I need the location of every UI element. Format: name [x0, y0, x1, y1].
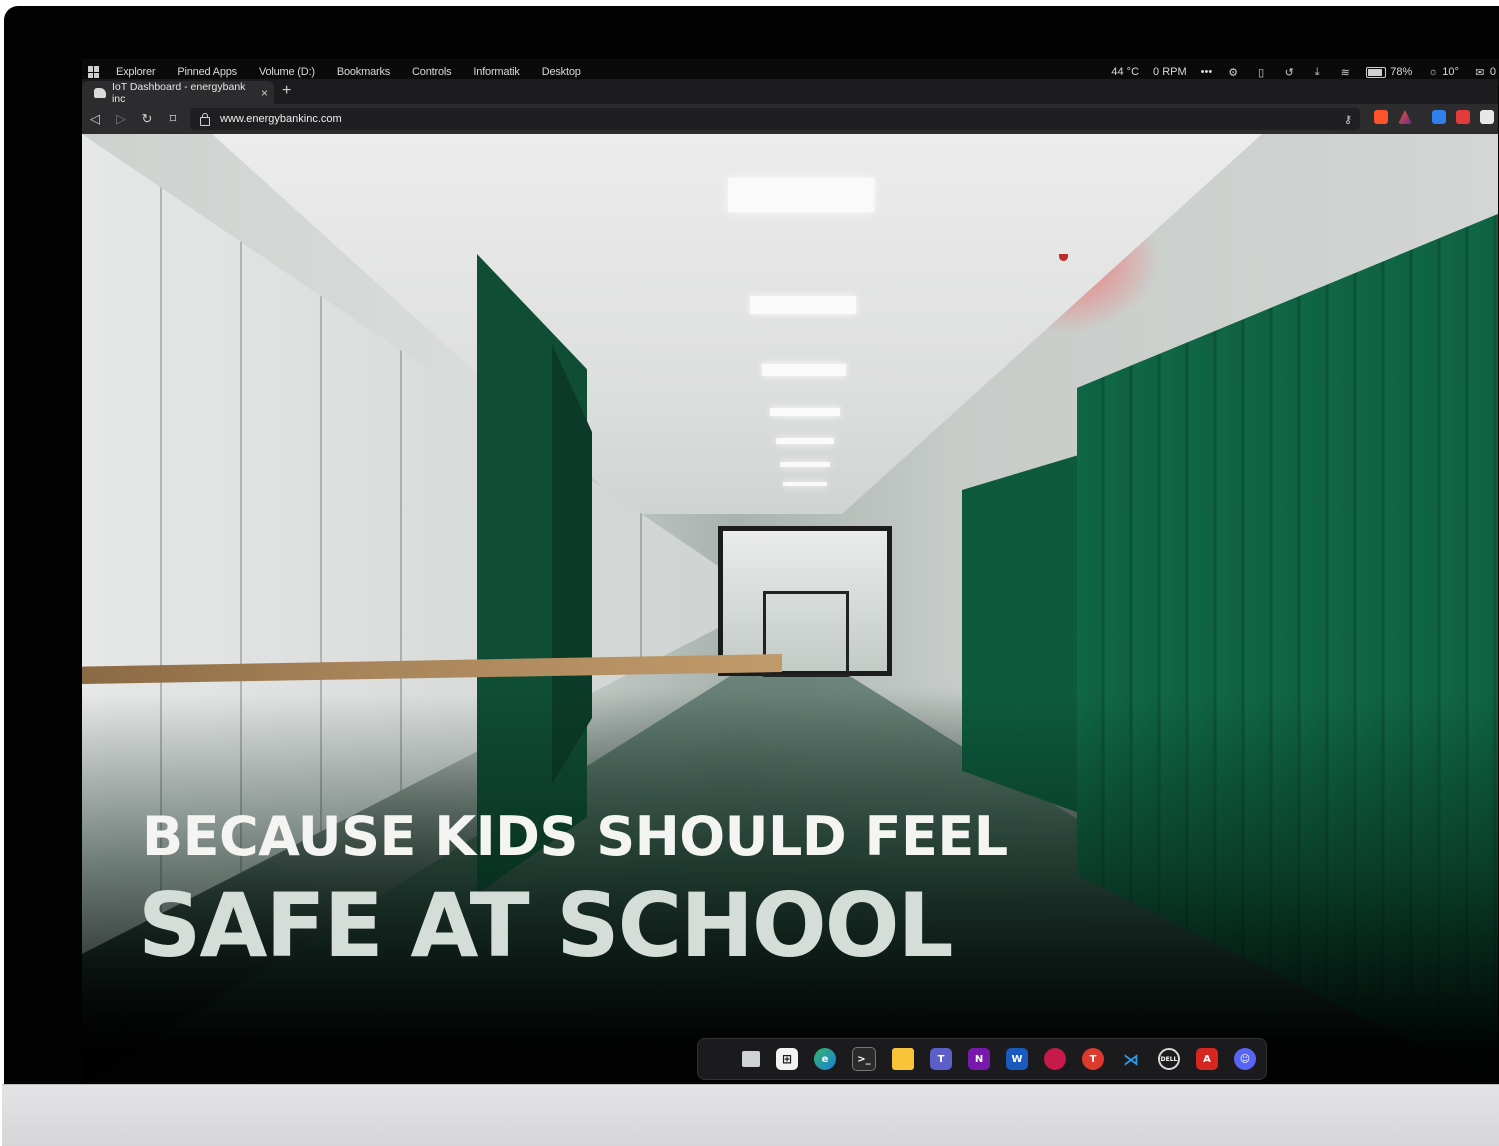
lock-icon — [200, 112, 210, 126]
vscode-icon[interactable]: ⋊ — [1120, 1048, 1142, 1070]
battery-icon — [1366, 66, 1387, 78]
sun-icon: ☼ — [1428, 66, 1439, 78]
history-icon[interactable]: ↺ — [1282, 66, 1296, 79]
mail-status[interactable]: ✉ 0 — [1473, 66, 1496, 79]
hero-banner: BECAUSE KIDS SHOULD FEEL SAFE AT SCHOOL — [82, 134, 1498, 1084]
brave-shield-icon[interactable] — [1374, 110, 1388, 124]
mail-icon: ✉ — [1475, 66, 1485, 79]
ceiling-light — [780, 462, 830, 467]
dell-icon[interactable]: DELL — [1158, 1048, 1180, 1070]
profile-icon[interactable] — [1480, 110, 1494, 124]
address-bar[interactable]: www.energybankinc.com ⚷ — [190, 108, 1360, 130]
taskbar: ⊞ e >_ T N W T ⋊ DELL A ☺ — [697, 1038, 1267, 1080]
discord-icon[interactable]: ☺ — [1234, 1048, 1256, 1070]
brightness-status[interactable]: ☼ 10° — [1426, 66, 1459, 78]
hallway-end-window — [718, 526, 892, 677]
monitor-chin — [2, 1084, 1499, 1146]
battery-percent: 78% — [1390, 66, 1413, 78]
word-icon[interactable]: W — [1006, 1048, 1028, 1070]
menu-volume[interactable]: Volume (D:) — [259, 66, 315, 78]
store-icon[interactable]: ⊞ — [776, 1048, 798, 1070]
ceiling-light — [783, 482, 827, 486]
browser-tab-strip: IoT Dashboard - energybank inc × + — [82, 79, 1498, 105]
menu-controls[interactable]: Controls — [412, 66, 452, 78]
file-explorer-icon[interactable] — [892, 1048, 914, 1070]
ceiling-light — [750, 296, 856, 314]
key-icon[interactable]: ⚷ — [1344, 113, 1352, 126]
acrobat-icon[interactable]: A — [1196, 1048, 1218, 1070]
windows-logo-icon[interactable] — [88, 66, 100, 78]
tab-favicon-icon — [94, 87, 106, 98]
task-view-icon[interactable] — [742, 1051, 760, 1067]
wifi-icon[interactable]: ≋ — [1338, 66, 1352, 79]
terminal-icon[interactable]: >_ — [852, 1047, 876, 1071]
fan-speed: 0 RPM — [1153, 66, 1187, 78]
ceiling-light — [762, 364, 846, 376]
mail-count: 0 — [1489, 66, 1496, 78]
start-icon[interactable] — [706, 1049, 726, 1069]
menu-pinned-apps[interactable]: Pinned Apps — [177, 66, 237, 78]
browser-toolbar: ◁ ▷ ↻ ⌑ www.energybankinc.com ⚷ — [82, 104, 1498, 134]
extension-icon[interactable] — [1432, 110, 1446, 124]
menu-informatik[interactable]: Informatik — [473, 66, 519, 78]
extension-red-icon[interactable] — [1456, 110, 1470, 124]
ceiling-light — [776, 438, 834, 444]
raspberry-icon[interactable] — [1044, 1048, 1066, 1070]
reload-icon[interactable]: ↻ — [134, 111, 160, 127]
toggle-icon[interactable]: ⚙ — [1226, 66, 1240, 79]
teams-icon[interactable]: T — [930, 1048, 952, 1070]
new-tab-button[interactable]: + — [282, 82, 291, 100]
cpu-temperature: 44 °C — [1111, 66, 1140, 78]
onenote-icon[interactable]: N — [968, 1048, 990, 1070]
battery-status[interactable]: 78% — [1366, 66, 1412, 78]
back-icon[interactable]: ◁ — [82, 111, 108, 127]
edge-icon[interactable]: e — [814, 1048, 836, 1070]
url-text: www.energybankinc.com — [220, 113, 342, 125]
hero-headline-line1: BECAUSE KIDS SHOULD FEEL — [142, 805, 1008, 868]
bookmark-icon[interactable]: ⌑ — [160, 111, 186, 127]
tab-close-icon[interactable]: × — [261, 86, 268, 100]
brave-rewards-icon[interactable] — [1398, 110, 1412, 124]
more-icon[interactable]: ••• — [1201, 66, 1213, 78]
trash-icon[interactable]: ▯ — [1254, 66, 1268, 79]
menu-explorer[interactable]: Explorer — [116, 66, 156, 78]
download-icon[interactable]: ⤓ — [1310, 66, 1324, 78]
tab-title: IoT Dashboard - energybank inc — [111, 80, 246, 105]
tab-iot-dashboard[interactable]: IoT Dashboard - energybank inc × — [82, 80, 274, 105]
ceiling-light — [728, 178, 874, 212]
menu-bookmarks[interactable]: Bookmarks — [337, 66, 390, 78]
hero-headline-line2: SAFE AT SCHOOL — [138, 874, 954, 977]
ceiling-light — [770, 408, 840, 416]
forward-icon[interactable]: ▷ — [108, 111, 134, 127]
todoist-icon[interactable]: T — [1082, 1048, 1104, 1070]
menu-desktop[interactable]: Desktop — [542, 66, 581, 78]
brightness-value: 10° — [1442, 66, 1459, 78]
